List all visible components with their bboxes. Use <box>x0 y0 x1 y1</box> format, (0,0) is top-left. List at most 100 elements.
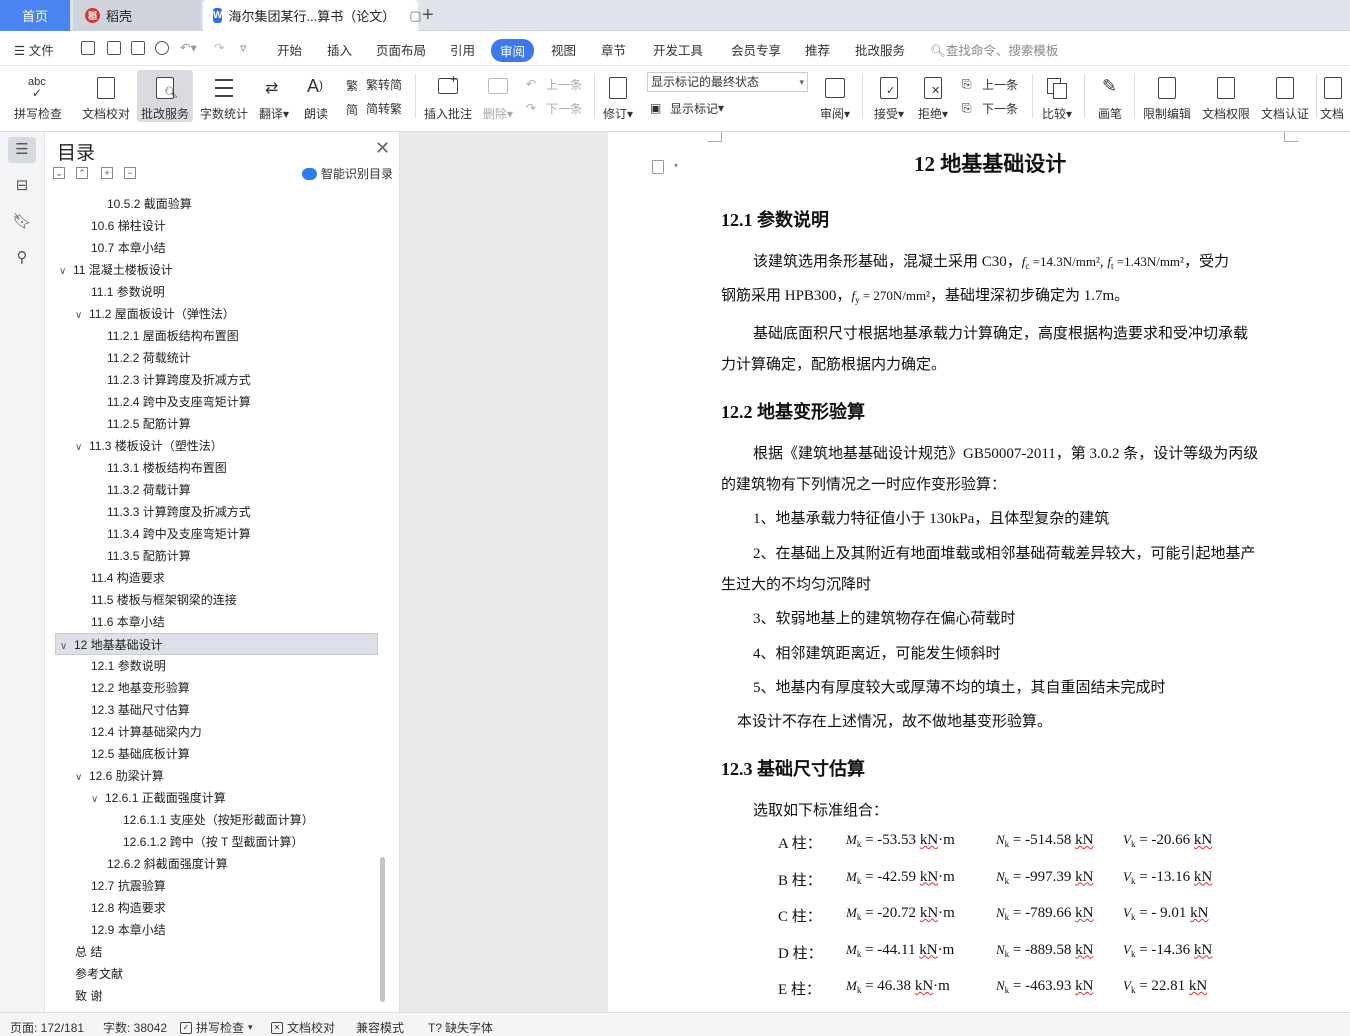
missing-font-indicator[interactable]: T? 缺失字体 <box>428 1019 493 1036</box>
page-options-icon[interactable] <box>652 160 664 174</box>
toc-item[interactable]: 参考文献 <box>75 963 123 985</box>
restrict-editing-button[interactable]: 限制编辑 <box>1140 70 1194 122</box>
collapse-all-icon[interactable]: ⌄ <box>53 167 65 179</box>
find-icon[interactable]: ⚲ <box>12 248 32 268</box>
toc-item[interactable]: 11.5 楼板与框架钢梁的连接 <box>91 589 237 611</box>
toc-item[interactable]: 11.3.4 跨中及支座弯矩计算 <box>107 523 251 545</box>
doc-proofread-button[interactable]: 文档校对 <box>78 70 134 122</box>
menu-start[interactable]: 开始 <box>277 40 302 59</box>
reject-button[interactable]: ✕ 拒绝▾ <box>914 70 952 122</box>
menu-dev-tools[interactable]: 开发工具 <box>653 40 703 59</box>
toc-item[interactable]: 11.2.5 配筋计算 <box>107 413 191 435</box>
chevron-down-icon[interactable]: ∨ <box>75 437 89 459</box>
smart-toc-button[interactable]: 智能识别目录 <box>302 165 393 182</box>
toc-item[interactable]: 12.4 计算基础梁内力 <box>91 721 202 743</box>
toc-item[interactable]: 11.3.3 计算跨度及折减方式 <box>107 501 251 523</box>
toc-item[interactable]: 12.9 本章小结 <box>91 919 166 941</box>
prev-comment-button[interactable]: ↶ 上一条 <box>526 74 582 94</box>
quick-access-dropdown-icon[interactable]: ▿ <box>240 40 246 55</box>
toc-item[interactable]: 12.3 基础尺寸估算 <box>91 699 190 721</box>
close-icon[interactable]: ✕ <box>375 138 390 159</box>
menu-chapter[interactable]: 章节 <box>601 40 626 59</box>
chevron-down-icon[interactable]: ∨ <box>60 636 74 658</box>
toc-item[interactable]: ∨ 12.6.1 正截面强度计算 <box>91 787 226 809</box>
toc-item[interactable]: ∨ 12 地基基础设计 <box>55 633 378 655</box>
chevron-down-icon[interactable]: ∨ <box>59 261 73 283</box>
file-menu[interactable]: ☰ 文件 <box>14 40 54 59</box>
toc-item[interactable]: 11.3.1 楼板结构布置图 <box>107 457 227 479</box>
trad-to-simp-button[interactable]: 繁繁转简 <box>346 74 402 94</box>
read-aloud-button[interactable]: A) 朗读 <box>298 70 334 122</box>
doc-permission-button[interactable]: 文档权限 <box>1199 70 1253 122</box>
tab-daoke[interactable]: 稻 稻壳 <box>73 0 201 31</box>
markup-display-select[interactable]: 显示标记的最终状态 ▾ <box>647 72 808 92</box>
doc-auth-button[interactable]: 文档认证 <box>1258 70 1312 122</box>
chevron-down-icon[interactable]: ∨ <box>75 305 89 327</box>
toc-scrollbar-thumb[interactable] <box>380 857 385 1002</box>
toc-item[interactable]: 10.5.2 截面验算 <box>107 193 192 215</box>
toc-item[interactable]: 12.5 基础底板计算 <box>91 743 190 765</box>
toc-item[interactable]: 致 谢 <box>75 985 102 1007</box>
print-preview-icon[interactable] <box>155 41 169 55</box>
menu-insert[interactable]: 插入 <box>327 40 352 59</box>
chevron-down-icon[interactable]: ∨ <box>91 789 105 811</box>
toc-item[interactable]: 12.6.2 斜截面强度计算 <box>107 853 228 875</box>
toc-item[interactable]: ∨ 11 混凝土楼板设计 <box>59 259 173 281</box>
menu-recommend[interactable]: 推荐 <box>805 40 830 59</box>
prev-change-button[interactable]: ⎘ 上一条 <box>962 74 1018 94</box>
toc-item[interactable]: 12.2 地基变形验算 <box>91 677 190 699</box>
print-icon[interactable] <box>131 41 145 55</box>
toc-item[interactable]: 12.1 参数说明 <box>91 655 166 677</box>
toc-item[interactable]: 11.2.1 屋面板结构布置图 <box>107 325 239 347</box>
menu-member[interactable]: 会员专享 <box>731 40 781 59</box>
show-markup-button[interactable]: ▣ 显示标记 ▾ <box>650 98 724 118</box>
toc-item[interactable]: 10.6 梯柱设计 <box>91 215 166 237</box>
track-changes-button[interactable]: 修订▾ <box>600 70 636 122</box>
toc-item[interactable]: 12.6.1.2 跨中（按 T 型截面计算） <box>123 831 304 853</box>
review-pane-button[interactable]: 审阅▾ <box>816 70 854 122</box>
undo-icon[interactable]: ↶▾ <box>180 40 197 55</box>
remove-heading-icon[interactable]: − <box>124 167 136 179</box>
menu-view[interactable]: 视图 <box>551 40 576 59</box>
menu-review-service[interactable]: 批改服务 <box>855 40 905 59</box>
chevron-down-icon[interactable]: ▾ <box>674 161 678 170</box>
toc-item[interactable]: 11.3.2 荷载计算 <box>107 479 191 501</box>
toc-item[interactable]: 12.8 构造要求 <box>91 897 166 919</box>
add-heading-icon[interactable]: + <box>101 167 113 179</box>
expand-up-icon[interactable]: ⌃ <box>76 167 88 179</box>
toc-item[interactable]: 10.7 本章小结 <box>91 237 166 259</box>
toc-item[interactable]: 11.2.4 跨中及支座弯矩计算 <box>107 391 251 413</box>
page-indicator[interactable]: 页面: 172/181 <box>10 1019 84 1036</box>
toc-item[interactable]: 12.6.1.1 支座处（按矩形截面计算） <box>123 809 314 831</box>
export-pdf-icon[interactable] <box>107 41 121 55</box>
command-search[interactable]: 🔍︎查找命令、搜索模板 <box>930 40 1058 59</box>
spell-check-button[interactable]: abc ✓ 拼写检查 <box>8 70 68 122</box>
toc-item[interactable]: 11.4 构造要求 <box>91 567 165 589</box>
toc-item[interactable]: 11.3.5 配筋计算 <box>107 545 191 567</box>
menu-reference[interactable]: 引用 <box>450 40 475 59</box>
translate-button[interactable]: ⇄ 翻译▾ <box>255 70 293 122</box>
word-count-indicator[interactable]: 字数: 38042 <box>103 1019 167 1036</box>
delete-comment-button[interactable]: 删除▾ <box>480 70 516 122</box>
menu-review[interactable]: 审阅 <box>491 39 535 62</box>
save-icon[interactable] <box>81 41 95 55</box>
doc-extra-button[interactable]: 文档 <box>1320 70 1350 122</box>
chapter-nav-icon[interactable]: ⊟ <box>12 176 32 196</box>
document-page[interactable]: ▾ 12 地基基础设计 12.1 参数说明 该建筑选用条形基础，混凝土采用 C3… <box>608 132 1350 1012</box>
new-tab-plus-icon[interactable]: + <box>422 3 440 27</box>
compare-button[interactable]: 比较▾ <box>1038 70 1076 122</box>
status-spell-check[interactable]: ✓ 拼写检查 ▾ <box>180 1019 253 1036</box>
toc-item[interactable]: 总 结 <box>75 941 102 963</box>
insert-comment-button[interactable]: + 插入批注 <box>422 70 474 122</box>
toc-item[interactable]: 12.7 抗震验算 <box>91 875 166 897</box>
toc-item[interactable]: 11.6 本章小结 <box>91 611 165 633</box>
toc-item[interactable]: 11.1 参数说明 <box>91 281 165 303</box>
word-count-button[interactable]: 字数统计 <box>198 70 250 122</box>
pen-button[interactable]: ✎ 画笔 <box>1092 70 1128 122</box>
tab-home[interactable]: 首页 <box>0 0 70 31</box>
toc-panel-icon[interactable]: ☰ <box>8 137 36 163</box>
status-proofread[interactable]: ✕ 文档校对 <box>271 1019 335 1036</box>
tab-document[interactable]: W 海尔集团某行...算书（论文） ▢ <box>203 0 422 31</box>
chevron-down-icon[interactable]: ∨ <box>75 767 89 789</box>
toc-item[interactable]: ∨ 11.3 楼板设计（塑性法） <box>75 435 223 457</box>
